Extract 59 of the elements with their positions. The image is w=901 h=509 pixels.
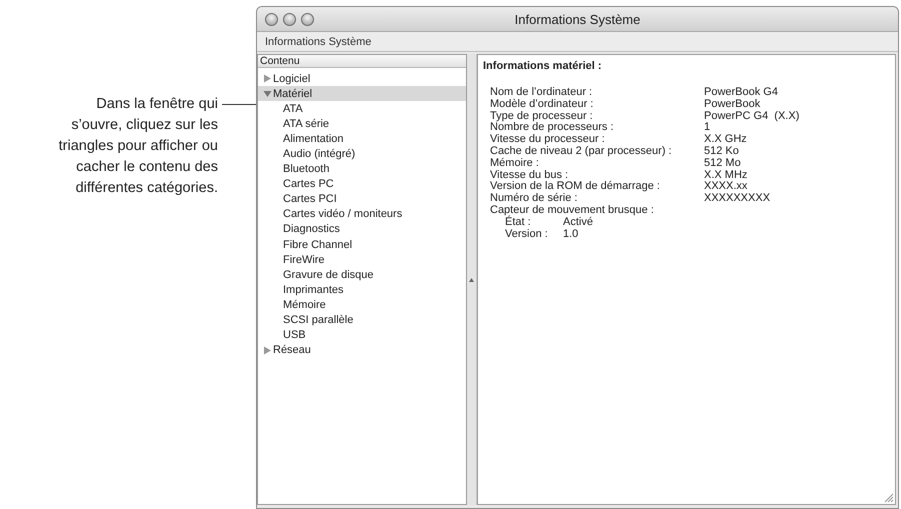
- info-value: 512 Mo: [704, 158, 742, 170]
- info-value: 512 Ko: [704, 146, 740, 158]
- tree-item-label: Réseau: [273, 344, 311, 356]
- details-heading: Informations matériel :: [483, 60, 603, 72]
- tree-item[interactable]: Cartes vidéo / moniteurs: [258, 206, 466, 222]
- callout-text: Dans la fenêtre qui s’ouvre, cliquez sur les triangles pour afficher ou cacher le contenu des différentes catégories.: [58, 95, 218, 198]
- tree-item[interactable]: USB: [258, 328, 466, 343]
- info-value: PowerBook: [704, 98, 762, 111]
- info-label: Type de processeur :: [490, 110, 594, 122]
- tree-item[interactable]: Imprimantes: [258, 282, 466, 298]
- tree-item[interactable]: Mémoire: [258, 297, 466, 312]
- info-label: Numéro de série :: [490, 193, 578, 205]
- info-label: Nom de l’ordinateur :: [490, 87, 594, 98]
- info-value: Activé: [563, 216, 594, 229]
- info-label: État :: [505, 216, 532, 229]
- info-label: Cache de niveau 2 (par processeur) :: [490, 146, 673, 158]
- tree-item[interactable]: ATA: [258, 101, 466, 116]
- tree-item[interactable]: Audio (intégré): [258, 146, 466, 162]
- info-value: PowerPC G4 (X.X): [704, 110, 800, 122]
- window-title: Informations Système: [514, 12, 642, 26]
- info-value: X.X MHz: [704, 170, 748, 181]
- info-value: 1: [704, 122, 712, 134]
- tree-item[interactable]: Gravure de disque: [258, 267, 466, 282]
- tree-item[interactable]: Logiciel: [258, 71, 466, 86]
- tree-item-label: Logiciel: [273, 72, 310, 85]
- resize-grip-icon[interactable]: [883, 492, 894, 503]
- info-label: Modèle d’ordinateur :: [490, 98, 594, 111]
- disclosure-triangle-icon[interactable]: [263, 346, 272, 355]
- tree-item[interactable]: Fibre Channel: [258, 237, 466, 252]
- tree-item[interactable]: SCSI parallèle: [258, 312, 466, 328]
- minimize-button[interactable]: [283, 12, 296, 26]
- info-label: Vitesse du bus :: [490, 170, 570, 181]
- column-header: Contenu: [258, 55, 466, 68]
- info-value: XXXXXXXXX: [704, 193, 772, 205]
- zoom-button[interactable]: [301, 12, 314, 26]
- info-label: Mémoire :: [490, 158, 540, 170]
- toolbar-title: Informations Système: [265, 36, 372, 48]
- info-label: Version :: [505, 228, 549, 240]
- info-value: 1.0: [563, 228, 580, 240]
- tree-item[interactable]: FireWire: [258, 252, 466, 268]
- tree-item-label: Matériel: [273, 88, 312, 100]
- info-label: Capteur de mouvement brusque :: [490, 204, 655, 216]
- leader-line: [222, 104, 256, 105]
- info-value: XXXX.xx: [704, 181, 748, 193]
- tree-item[interactable]: Bluetooth: [258, 162, 466, 177]
- tree-item[interactable]: Alimentation: [258, 131, 466, 146]
- tree-item[interactable]: Cartes PC: [258, 176, 466, 192]
- tree-item[interactable]: Diagnostics: [258, 222, 466, 238]
- tree-item[interactable]: ATA série: [258, 116, 466, 132]
- tree-item[interactable]: Réseau: [258, 342, 466, 358]
- splitter-handle-icon[interactable]: [469, 278, 474, 282]
- tree-item[interactable]: Matériel: [258, 86, 466, 102]
- info-label: Nombre de processeurs :: [490, 122, 614, 134]
- info-value: PowerBook G4: [704, 87, 779, 99]
- info-label: Vitesse du processeur :: [490, 134, 606, 146]
- close-button[interactable]: [265, 12, 278, 26]
- info-label: Version de la ROM de démarrage :: [490, 181, 661, 192]
- tree-item[interactable]: Cartes PCI: [258, 192, 466, 207]
- info-value: X.X GHz: [704, 134, 748, 146]
